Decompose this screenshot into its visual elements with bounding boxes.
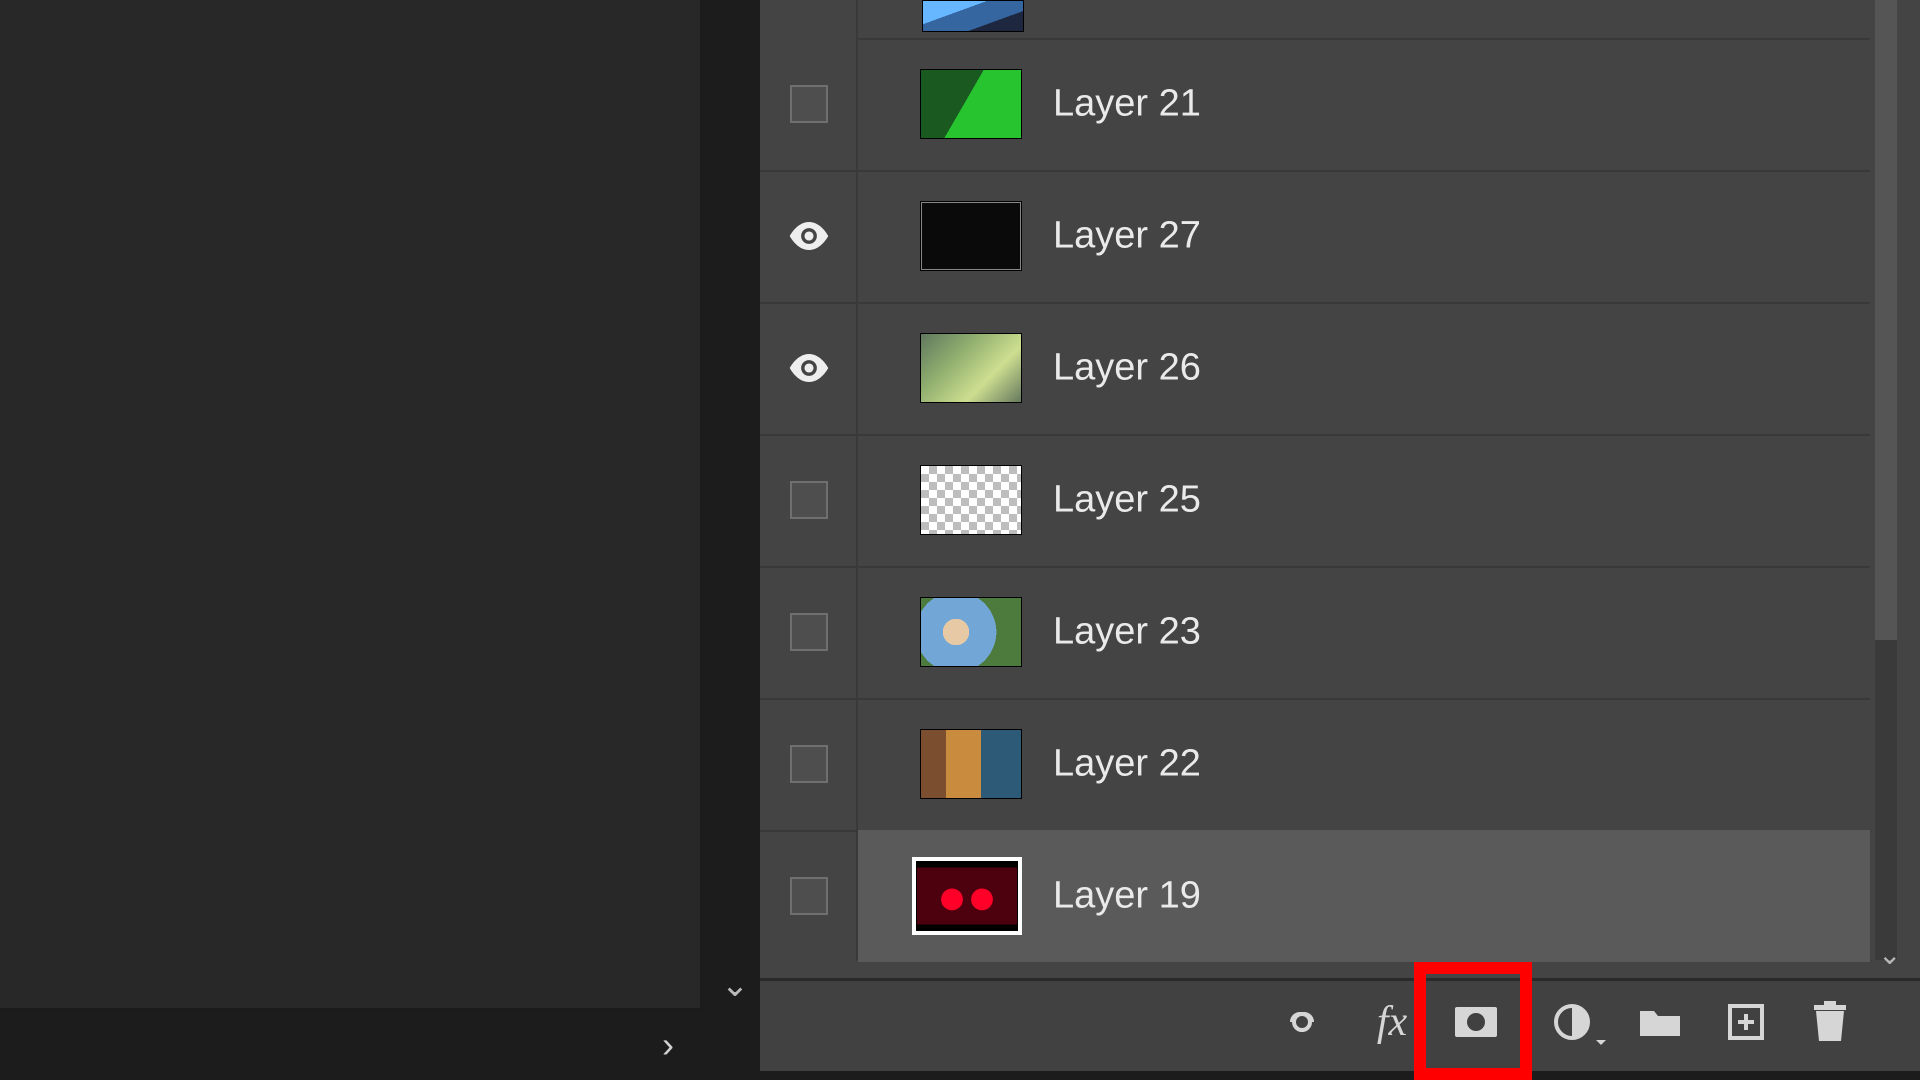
- layer-row[interactable]: Layer 25: [760, 434, 1870, 568]
- canvas-area[interactable]: [0, 0, 700, 1010]
- layer-name[interactable]: Layer 22: [1053, 743, 1201, 786]
- eye-off-icon: [790, 85, 828, 123]
- chevron-right-icon[interactable]: ›: [648, 1025, 688, 1065]
- layer-name[interactable]: Layer 27: [1053, 215, 1201, 258]
- adjustment-icon: [1552, 1002, 1592, 1042]
- mask-icon: [1452, 1004, 1500, 1040]
- visibility-toggle[interactable]: [784, 612, 834, 652]
- scrollbar[interactable]: [1875, 0, 1897, 960]
- visibility-toggle[interactable]: [784, 216, 834, 256]
- scrollbar-thumb[interactable]: [1875, 0, 1897, 640]
- layer-thumbnail[interactable]: [920, 465, 1022, 535]
- eye-icon: [788, 353, 830, 383]
- eye-off-icon: [790, 613, 828, 651]
- divider: [0, 1008, 703, 1011]
- layer-thumbnail[interactable]: [916, 861, 1018, 931]
- layer-thumbnail[interactable]: [922, 0, 1024, 32]
- add-layer-mask-button[interactable]: [1448, 998, 1504, 1046]
- plus-square-icon: [1726, 1002, 1766, 1042]
- visibility-toggle[interactable]: [784, 84, 834, 124]
- layer-name[interactable]: Layer 25: [1053, 479, 1201, 522]
- new-layer-button[interactable]: [1718, 998, 1774, 1046]
- layer-name[interactable]: Layer 21: [1053, 83, 1201, 126]
- layer-row[interactable]: [858, 0, 1870, 40]
- link-layers-button[interactable]: [1274, 998, 1330, 1046]
- chevron-down-icon[interactable]: ⌄: [715, 965, 755, 1005]
- fx-icon: fx: [1377, 998, 1407, 1046]
- chevron-down-icon[interactable]: ⌄: [1878, 938, 1901, 971]
- layer-name[interactable]: Layer 26: [1053, 347, 1201, 390]
- layer-thumbnail[interactable]: [920, 333, 1022, 403]
- eye-icon: [788, 221, 830, 251]
- layer-row[interactable]: Layer 21: [760, 38, 1870, 172]
- layer-name[interactable]: Layer 23: [1053, 611, 1201, 654]
- layer-row[interactable]: Layer 26: [760, 302, 1870, 436]
- adjustment-layer-button[interactable]: [1544, 998, 1600, 1046]
- layer-row-selected[interactable]: Layer 19: [858, 830, 1870, 962]
- visibility-toggle[interactable]: [784, 480, 834, 520]
- divider: [700, 0, 703, 1010]
- layer-row[interactable]: Layer 27: [760, 170, 1870, 304]
- layer-row[interactable]: Layer 23: [760, 566, 1870, 700]
- eye-off-icon: [790, 481, 828, 519]
- layer-name[interactable]: Layer 19: [1053, 875, 1201, 918]
- layer-row[interactable]: Layer 22: [760, 698, 1870, 832]
- visibility-toggle[interactable]: [784, 348, 834, 388]
- layer-thumbnail[interactable]: [920, 729, 1022, 799]
- eye-off-icon: [790, 745, 828, 783]
- trash-icon: [1812, 1001, 1848, 1043]
- layer-style-button[interactable]: fx: [1364, 998, 1420, 1046]
- folder-icon: [1638, 1005, 1682, 1039]
- link-icon: [1278, 1008, 1326, 1036]
- layer-thumbnail[interactable]: [920, 69, 1022, 139]
- visibility-toggle[interactable]: [784, 744, 834, 784]
- new-group-button[interactable]: [1632, 998, 1688, 1046]
- layer-thumbnail[interactable]: [920, 597, 1022, 667]
- eye-off-icon: [790, 877, 828, 915]
- layer-thumbnail[interactable]: [920, 201, 1022, 271]
- delete-layer-button[interactable]: [1802, 998, 1858, 1046]
- visibility-toggle[interactable]: [784, 876, 834, 916]
